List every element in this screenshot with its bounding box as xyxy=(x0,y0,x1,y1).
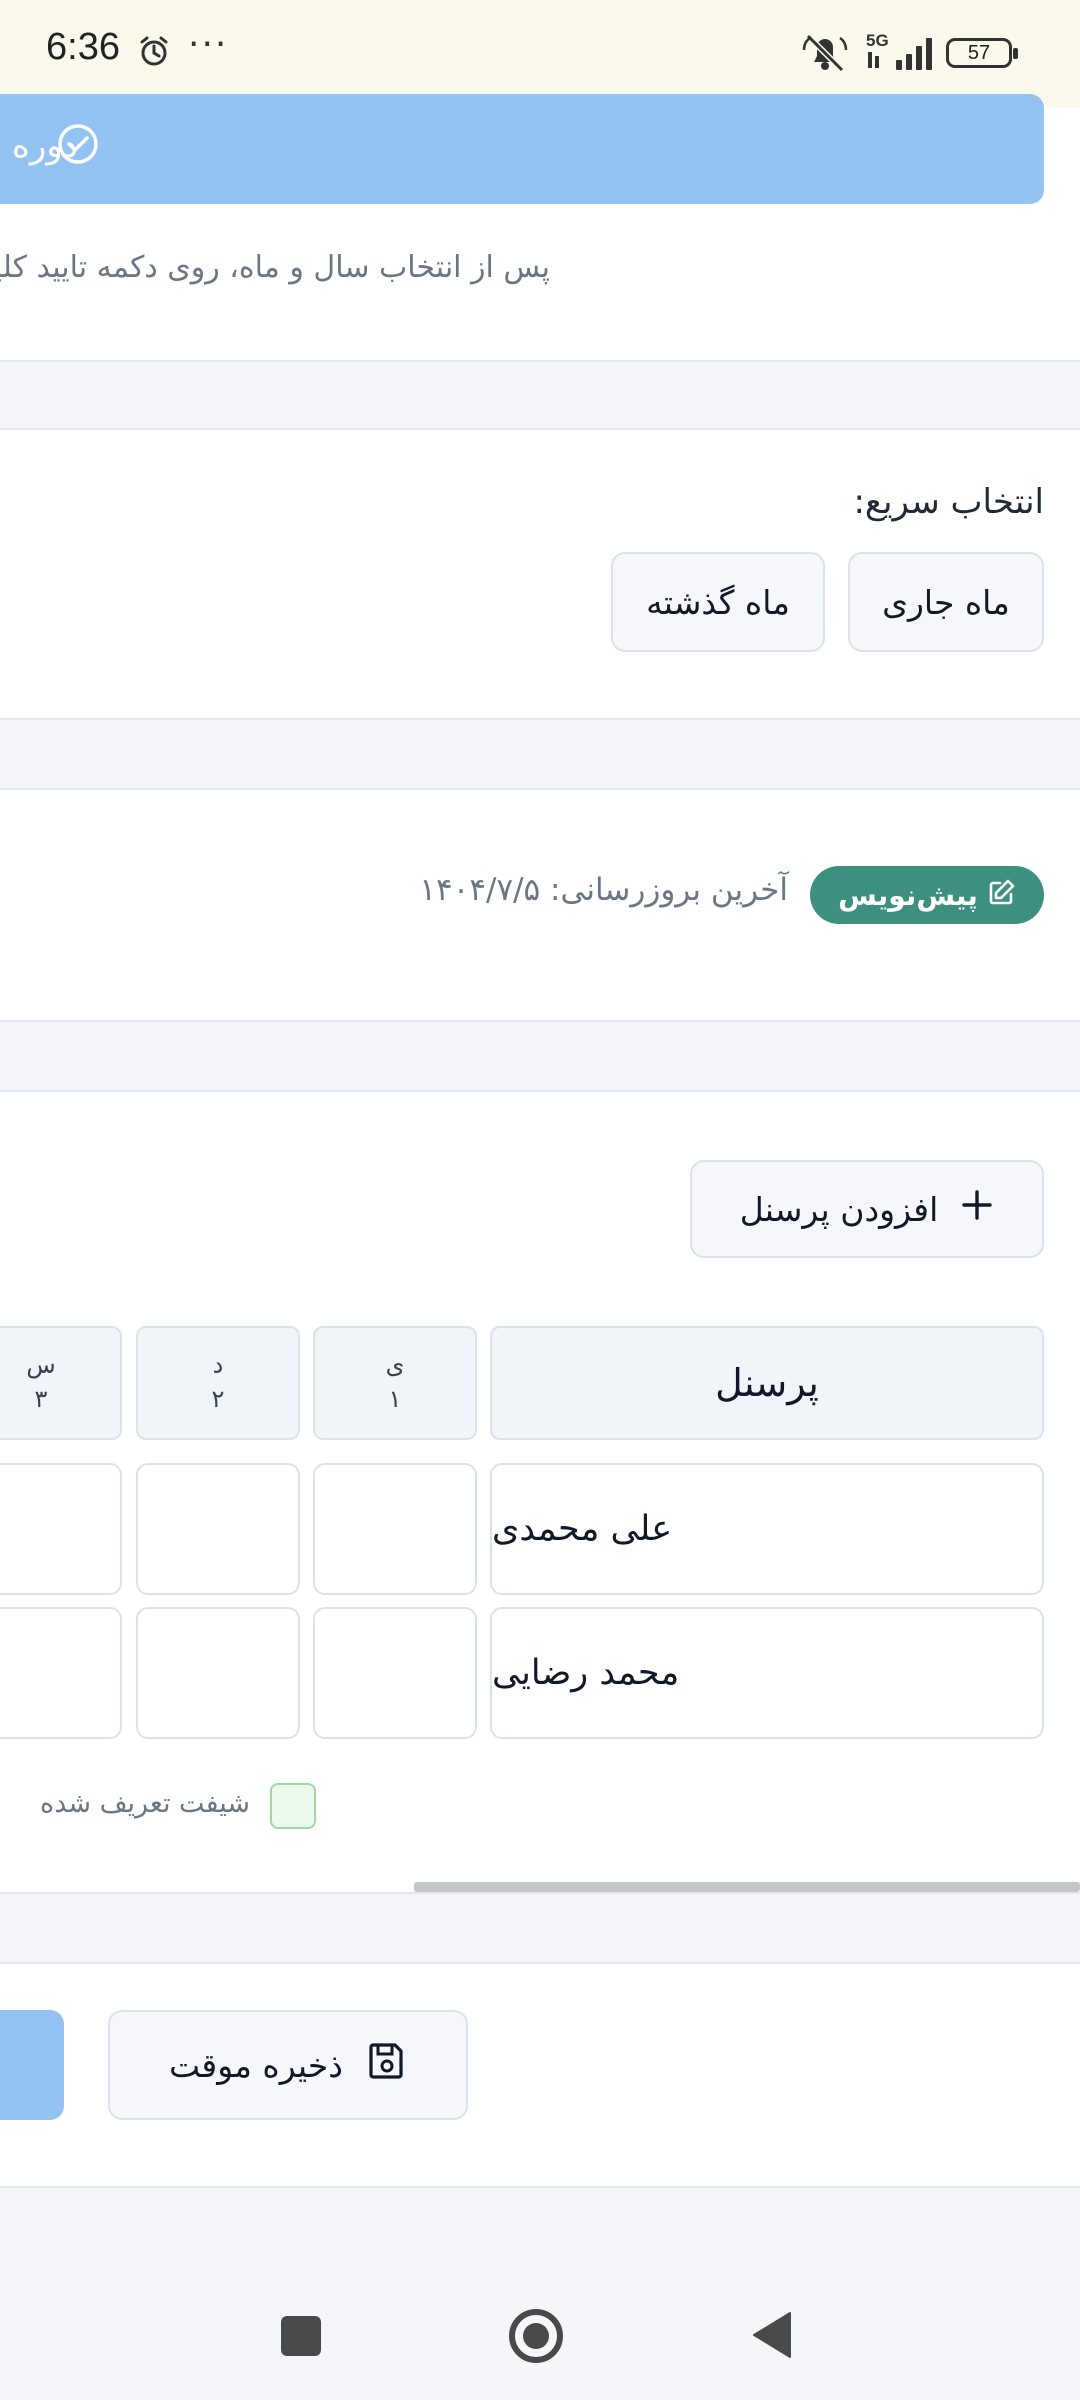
header-day-3[interactable]: س ۳ xyxy=(0,1326,122,1440)
last-update-text: آخرین بروزرسانی: ۱۴۰۴/۷/۵ xyxy=(419,872,788,908)
current-month-button[interactable]: ماه جاری xyxy=(848,552,1044,652)
period-help-text: پس از انتخاب سال و ماه، روی دکمه تایید ک… xyxy=(0,250,550,285)
more-notifications-icon: ··· xyxy=(188,24,229,65)
save-draft-button[interactable]: ذخیره موقت xyxy=(108,2010,468,2120)
shift-cell[interactable] xyxy=(136,1607,300,1739)
day-number: ۲ xyxy=(211,1385,225,1413)
quick-select-title: انتخاب سریع: xyxy=(853,482,1044,522)
table-row-name: محمد رضایی xyxy=(490,1607,1044,1739)
day-letter: ی xyxy=(385,1351,405,1379)
day-number: ۱ xyxy=(388,1385,402,1413)
day-letter: د xyxy=(212,1351,224,1379)
add-personnel-button[interactable]: افزودن پرسنل xyxy=(690,1160,1044,1258)
svg-text:5G: 5G xyxy=(866,31,889,50)
last-month-button[interactable]: ماه گذشته xyxy=(611,552,825,652)
status-badge: پیش‌نویس xyxy=(810,866,1044,924)
horizontal-scrollbar[interactable] xyxy=(414,1882,1080,1892)
battery-level: 57 xyxy=(967,42,991,64)
legend-swatch xyxy=(270,1783,316,1829)
battery-icon: 57 xyxy=(946,38,1018,68)
submit-button[interactable] xyxy=(0,2010,64,2120)
header-personnel: پرسنل xyxy=(490,1326,1044,1440)
signal-icon: 5G xyxy=(866,30,936,78)
status-badge-label: پیش‌نویس xyxy=(838,878,978,912)
status-time: 6:36 xyxy=(46,26,120,68)
shift-cell[interactable] xyxy=(313,1463,477,1595)
status-bar: 6:36 ··· 5G 57 xyxy=(0,0,1080,108)
back-button[interactable] xyxy=(750,2310,794,2364)
day-letter: س xyxy=(26,1351,56,1379)
check-circle-icon xyxy=(56,122,100,170)
mute-icon xyxy=(802,32,848,78)
shift-cell[interactable] xyxy=(0,1607,122,1739)
shift-cell[interactable] xyxy=(313,1607,477,1739)
save-icon xyxy=(367,2041,407,2089)
save-draft-label: ذخیره موقت xyxy=(169,2045,343,2085)
header-day-1[interactable]: ی ۱ xyxy=(313,1326,477,1440)
edit-icon xyxy=(988,878,1016,913)
shift-cell[interactable] xyxy=(136,1463,300,1595)
legend-label: شیفت تعریف شده xyxy=(40,1788,250,1819)
plus-icon xyxy=(960,1188,994,1230)
day-number: ۳ xyxy=(34,1385,48,1413)
table-row-name: علی محمدی xyxy=(490,1463,1044,1595)
shift-cell[interactable] xyxy=(0,1463,122,1595)
period-confirm-button[interactable]: دوره xyxy=(0,94,1044,204)
header-day-2[interactable]: د ۲ xyxy=(136,1326,300,1440)
alarm-icon xyxy=(137,34,171,72)
home-button[interactable] xyxy=(507,2307,565,2369)
recents-button[interactable] xyxy=(281,2316,321,2356)
app-screen: 6:36 ··· 5G 57 دوره پس از انتخاب سال و م… xyxy=(0,0,1080,2400)
add-personnel-label: افزودن پرسنل xyxy=(739,1189,939,1229)
